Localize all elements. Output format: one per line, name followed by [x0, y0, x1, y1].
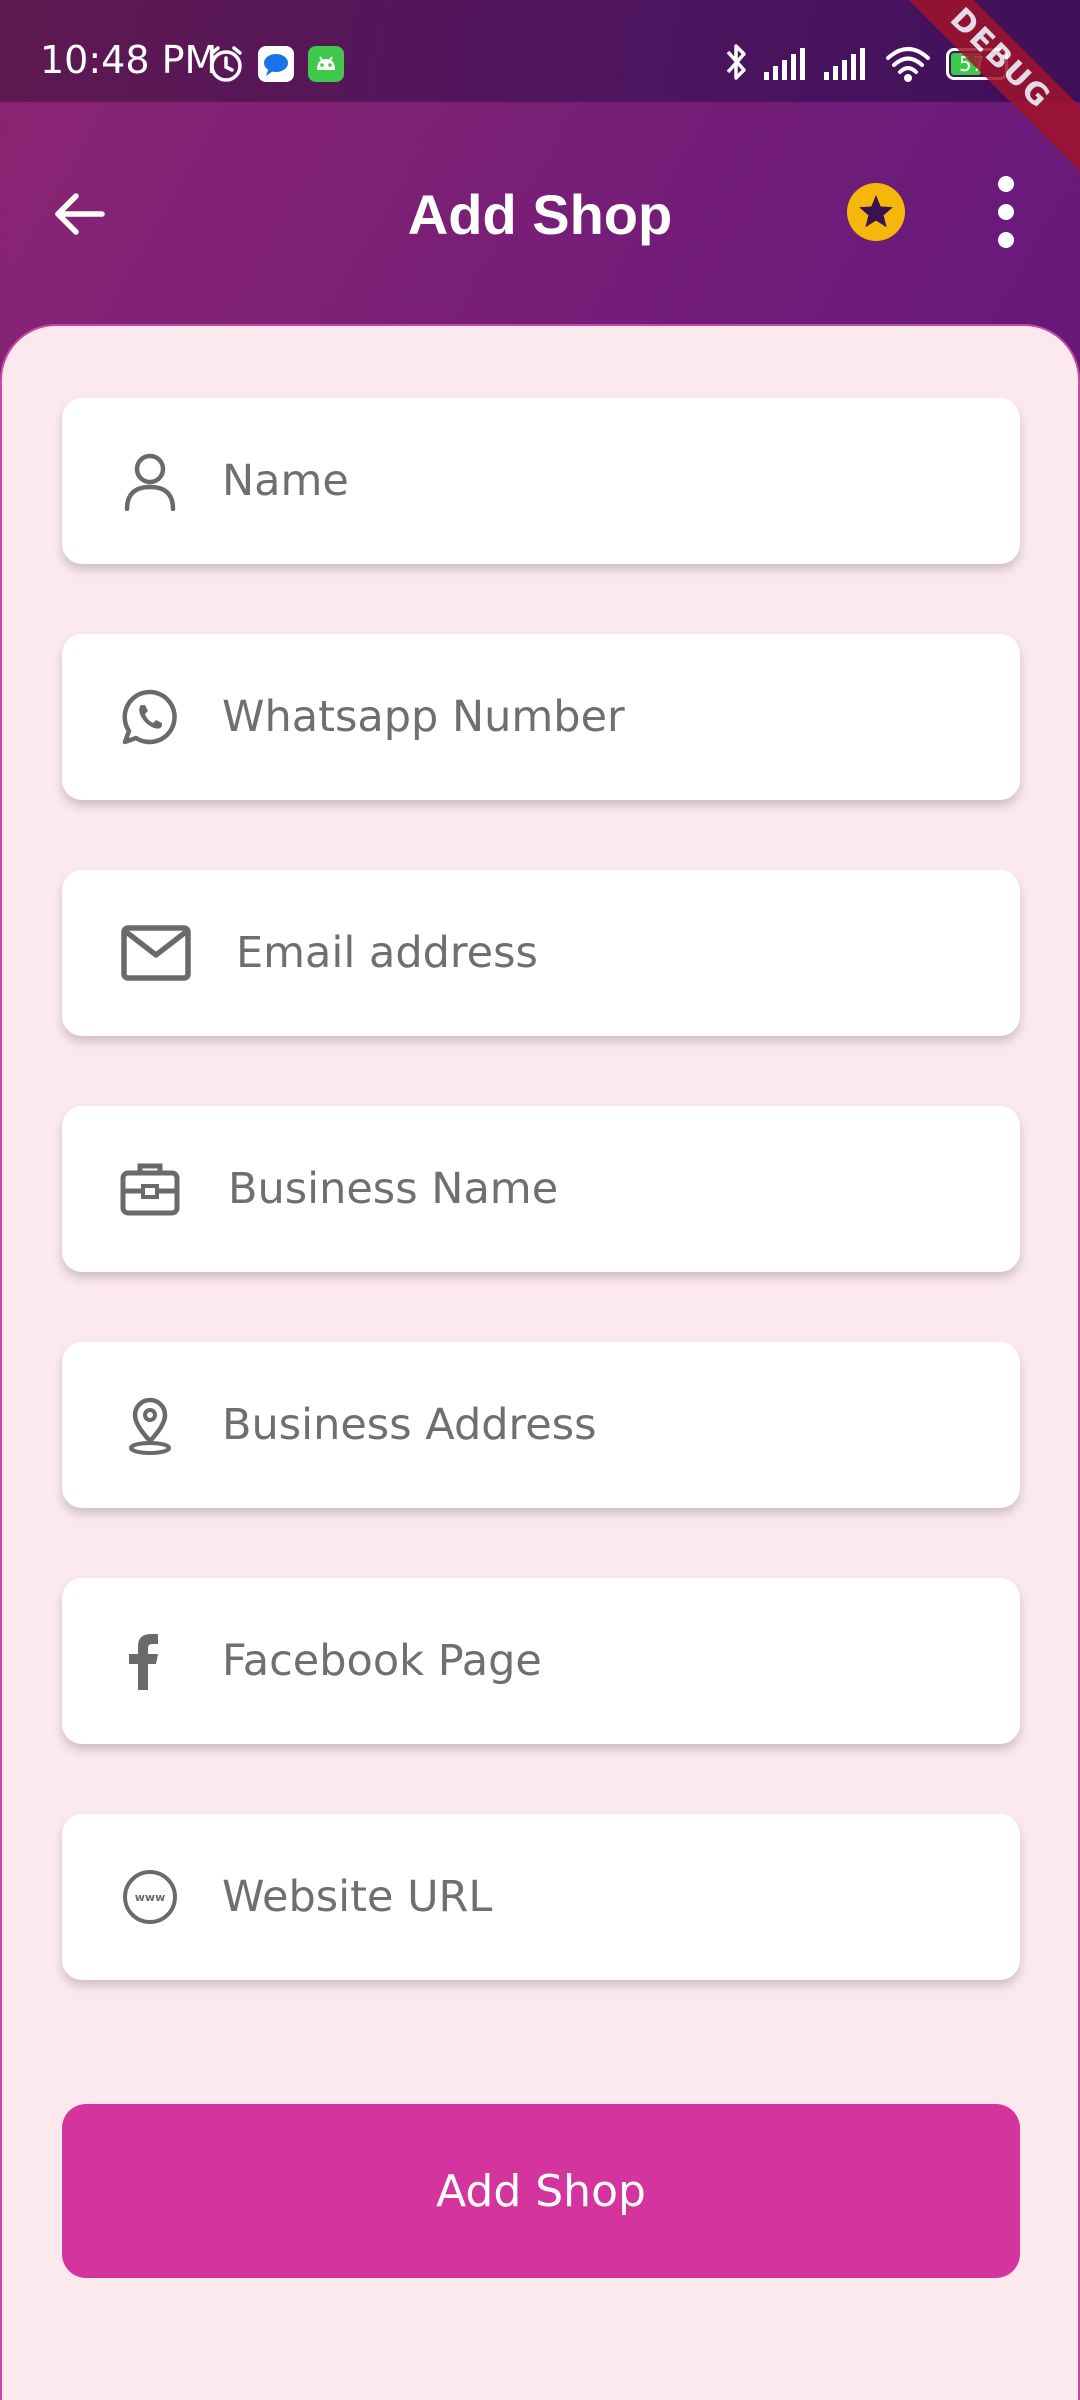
name-field[interactable]: Name: [62, 398, 1020, 564]
whatsapp-icon: [118, 685, 182, 749]
name-placeholder: Name: [222, 456, 349, 506]
svg-text:www: www: [135, 1891, 166, 1904]
briefcase-icon: [118, 1157, 182, 1221]
whatsapp-placeholder: Whatsapp Number: [222, 692, 625, 742]
business-name-field[interactable]: Business Name: [62, 1106, 1020, 1272]
more-vert-icon[interactable]: [986, 174, 1026, 254]
app-bar: Add Shop: [0, 102, 1080, 324]
signal-icon: [824, 48, 865, 80]
facebook-page-placeholder: Facebook Page: [222, 1636, 542, 1686]
star-icon[interactable]: [846, 182, 906, 242]
business-address-placeholder: Business Address: [222, 1400, 597, 1450]
email-field[interactable]: Email address: [62, 870, 1020, 1036]
add-shop-button[interactable]: Add Shop: [62, 2104, 1020, 2278]
status-bar: 10:48 PM DEBUG: [0, 0, 1080, 182]
messages-icon: [258, 46, 294, 82]
location-pin-icon: [118, 1393, 182, 1457]
alarm-icon: [210, 46, 242, 82]
status-time: 10:48 PM: [40, 38, 218, 82]
person-icon: [118, 449, 182, 513]
business-address-field[interactable]: Business Address: [62, 1342, 1020, 1508]
page-title: Add Shop: [407, 183, 673, 246]
form-sheet: Name Whatsapp Number Email address Busin…: [0, 324, 1080, 2400]
wifi-icon: [886, 47, 930, 82]
email-placeholder: Email address: [236, 928, 538, 978]
bluetooth-icon: [726, 44, 746, 80]
facebook-page-field[interactable]: Facebook Page: [62, 1578, 1020, 1744]
facebook-icon: [112, 1629, 176, 1693]
www-globe-icon: www: [118, 1865, 182, 1929]
website-url-placeholder: Website URL: [222, 1872, 493, 1922]
android-app-icon: [308, 46, 344, 82]
mail-icon: [120, 921, 192, 985]
whatsapp-field[interactable]: Whatsapp Number: [62, 634, 1020, 800]
business-name-placeholder: Business Name: [228, 1164, 559, 1214]
signal-icon: [764, 48, 805, 80]
website-url-field[interactable]: www Website URL: [62, 1814, 1020, 1980]
